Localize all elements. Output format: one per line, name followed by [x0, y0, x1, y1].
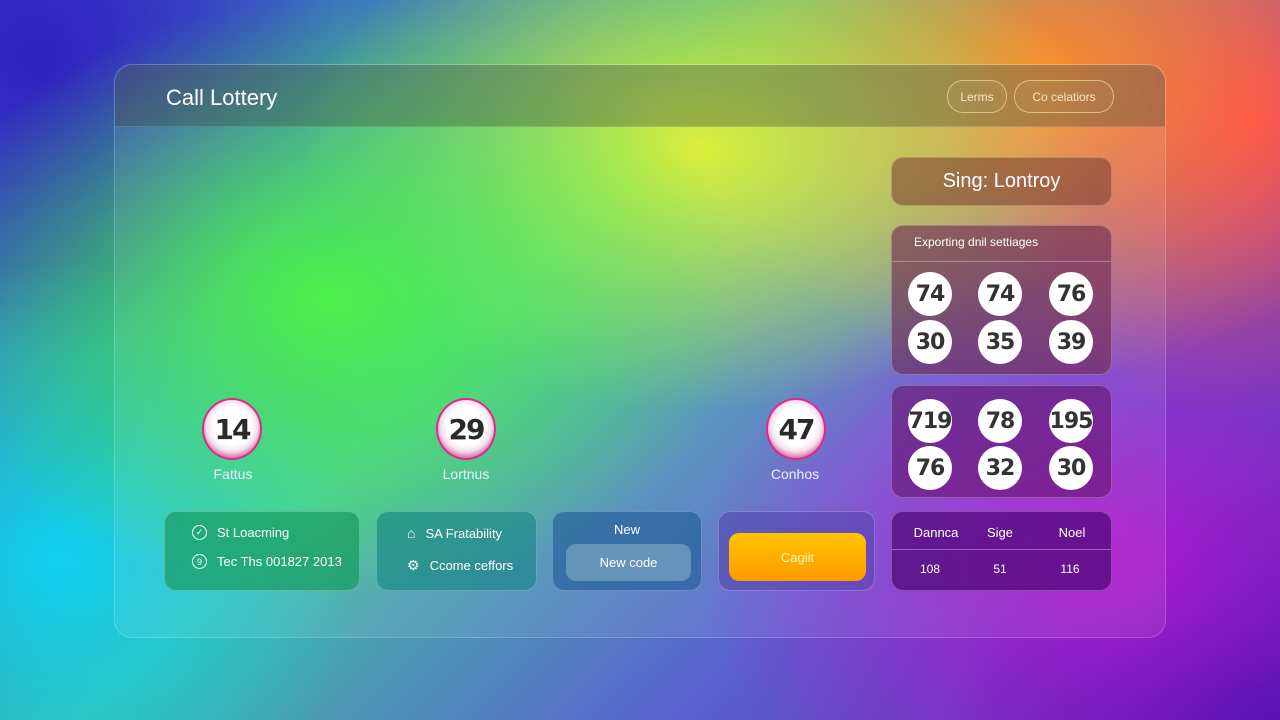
table-cell: 108	[919, 562, 941, 576]
action-card: Cagiit	[718, 511, 875, 591]
table-cell: 116	[1060, 562, 1080, 576]
featured-label: Conhos	[770, 466, 820, 482]
feature-text: Ccome ceffors	[429, 558, 514, 573]
feature-row: ⌂ SA Fratability	[407, 525, 502, 541]
settings-card: Exporting dnil settiages 74 74 76 30 35 …	[891, 225, 1112, 375]
cagiit-button[interactable]: Cagiit	[729, 533, 866, 581]
column-header: Noel	[1058, 525, 1086, 540]
check-shield-icon: ✓	[192, 525, 207, 540]
info-text: St Loacming	[217, 525, 290, 540]
feature-card: ⌂ SA Fratability ⚙ Ccome ceffors	[376, 511, 537, 591]
table-cell: 51	[993, 562, 1007, 576]
lerms-button[interactable]: Lerms	[947, 80, 1007, 113]
info-row: ✓ St Loacming	[192, 525, 289, 540]
info-row: 9 Tec Ths 001827 2013	[192, 554, 342, 569]
app-title: Call Lottery	[166, 85, 278, 110]
info-card: ✓ St Loacming 9 Tec Ths 001827 2013	[164, 511, 360, 591]
number-ball: 74	[908, 272, 952, 316]
home-icon: ⌂	[407, 525, 416, 541]
featured-ball: 14	[202, 398, 262, 460]
settings-label: Exporting dnil settiages	[914, 235, 1039, 249]
clock-icon: 9	[192, 554, 207, 569]
second-set-card: 719 78 195 76 32 30	[891, 385, 1112, 498]
column-header: Sige	[986, 525, 1014, 540]
number-ball: 30	[1049, 446, 1093, 490]
feature-row: ⚙ Ccome ceffors	[407, 557, 513, 574]
divider	[892, 549, 1111, 550]
number-ball: 76	[908, 446, 952, 490]
new-code-button[interactable]: New code	[566, 544, 691, 581]
number-ball: 78	[978, 399, 1022, 443]
code-card: New New code	[552, 511, 702, 591]
number-ball: 35	[978, 320, 1022, 364]
number-ball: 32	[978, 446, 1022, 490]
divider	[892, 261, 1111, 262]
number-ball: 195	[1049, 399, 1093, 443]
featured-ball: 47	[766, 398, 826, 460]
number-ball: 719	[908, 399, 952, 443]
number-ball: 39	[1049, 320, 1093, 364]
draw-title-card[interactable]: Sing: Lontroy	[891, 157, 1112, 206]
code-label: New	[613, 522, 640, 537]
info-text: Tec Ths 001827 2013	[217, 554, 342, 569]
feature-text: SA Fratability	[425, 525, 503, 541]
celatiors-button[interactable]: Co celatiors	[1014, 80, 1114, 113]
featured-label: Lortnus	[442, 466, 490, 482]
stats-table: Dannca Sige Noel 108 51 116	[891, 511, 1112, 591]
number-ball: 76	[1049, 272, 1093, 316]
featured-ball: 29	[436, 398, 496, 460]
header: Call Lottery Lerms Co celatiors	[115, 65, 1165, 127]
gear-icon: ⚙	[407, 557, 420, 573]
number-ball: 74	[978, 272, 1022, 316]
number-ball: 30	[908, 320, 952, 364]
featured-label: Fattus	[213, 466, 253, 482]
